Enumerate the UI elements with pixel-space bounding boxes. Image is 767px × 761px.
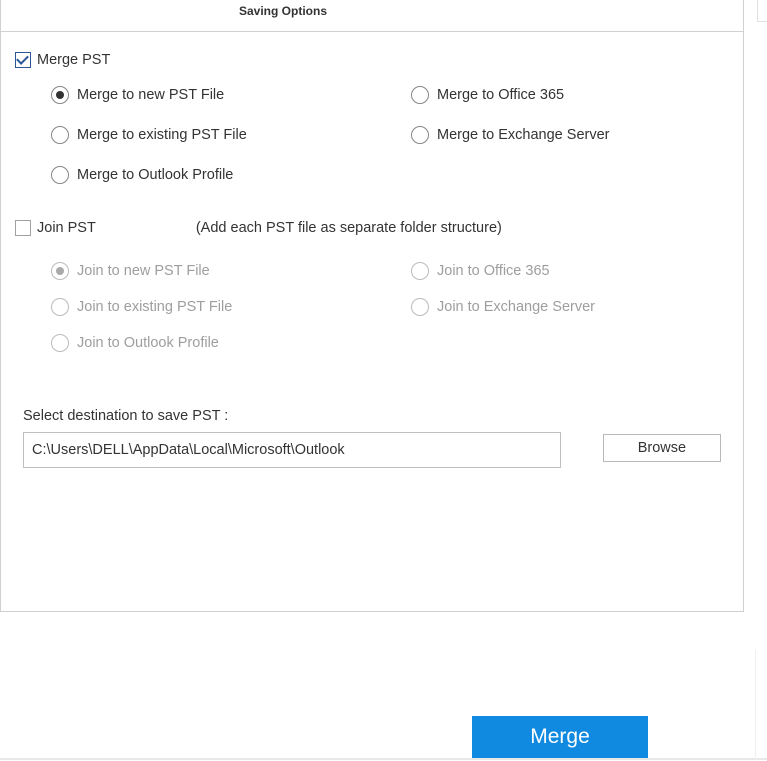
- merge-pst-row: Merge PST: [15, 52, 729, 68]
- radio-label: Join to Office 365: [437, 263, 550, 279]
- side-stub: [757, 0, 767, 22]
- radio-label: Merge to existing PST File: [77, 127, 247, 143]
- radio-label: Merge to Office 365: [437, 87, 564, 103]
- join-pst-hint: (Add each PST file as separate folder st…: [196, 220, 502, 236]
- divider: [0, 758, 767, 760]
- destination-section: Select destination to save PST : Browse: [15, 370, 729, 468]
- radio-icon: [51, 298, 69, 316]
- merge-radio-group: Merge to new PST File Merge to Office 36…: [15, 74, 729, 202]
- radio-icon: [51, 334, 69, 352]
- radio-icon: [411, 262, 429, 280]
- destination-input[interactable]: [23, 432, 561, 468]
- radio-merge-new-pst[interactable]: Merge to new PST File: [51, 86, 411, 104]
- radio-label: Merge to Exchange Server: [437, 127, 609, 143]
- radio-merge-outlook-profile[interactable]: Merge to Outlook Profile: [51, 166, 411, 184]
- panel-title: Saving Options: [239, 4, 327, 18]
- radio-join-office365: Join to Office 365: [411, 262, 729, 280]
- radio-merge-exchange[interactable]: Merge to Exchange Server: [411, 126, 729, 144]
- destination-row: Browse: [23, 432, 721, 468]
- saving-options-panel: Saving Options Merge PST Merge to new PS…: [0, 0, 744, 612]
- radio-icon: [51, 86, 69, 104]
- radio-icon: [411, 86, 429, 104]
- join-radio-group: Join to new PST File Join to Office 365 …: [15, 242, 729, 370]
- merge-pst-checkbox[interactable]: [15, 52, 31, 68]
- destination-label: Select destination to save PST :: [23, 408, 721, 424]
- join-pst-label[interactable]: Join PST: [37, 220, 96, 236]
- radio-icon: [51, 262, 69, 280]
- radio-join-exchange: Join to Exchange Server: [411, 298, 729, 316]
- radio-label: Join to new PST File: [77, 263, 210, 279]
- radio-label: Join to existing PST File: [77, 299, 232, 315]
- radio-join-existing-pst: Join to existing PST File: [51, 298, 411, 316]
- radio-merge-office365[interactable]: Merge to Office 365: [411, 86, 729, 104]
- side-stub: [755, 650, 767, 760]
- panel-header: Saving Options: [1, 0, 743, 32]
- radio-label: Merge to Outlook Profile: [77, 167, 233, 183]
- radio-label: Merge to new PST File: [77, 87, 224, 103]
- radio-icon: [411, 298, 429, 316]
- radio-merge-existing-pst[interactable]: Merge to existing PST File: [51, 126, 411, 144]
- join-pst-checkbox[interactable]: [15, 220, 31, 236]
- radio-label: Join to Outlook Profile: [77, 335, 219, 351]
- browse-button[interactable]: Browse: [603, 434, 721, 462]
- merge-button[interactable]: Merge: [472, 716, 648, 758]
- radio-icon: [51, 166, 69, 184]
- radio-label: Join to Exchange Server: [437, 299, 595, 315]
- radio-join-new-pst: Join to new PST File: [51, 262, 411, 280]
- radio-icon: [411, 126, 429, 144]
- radio-icon: [51, 126, 69, 144]
- radio-join-outlook-profile: Join to Outlook Profile: [51, 334, 411, 352]
- join-pst-row: Join PST (Add each PST file as separate …: [15, 220, 729, 236]
- panel-content: Merge PST Merge to new PST File Merge to…: [1, 32, 743, 468]
- merge-pst-label[interactable]: Merge PST: [37, 52, 110, 68]
